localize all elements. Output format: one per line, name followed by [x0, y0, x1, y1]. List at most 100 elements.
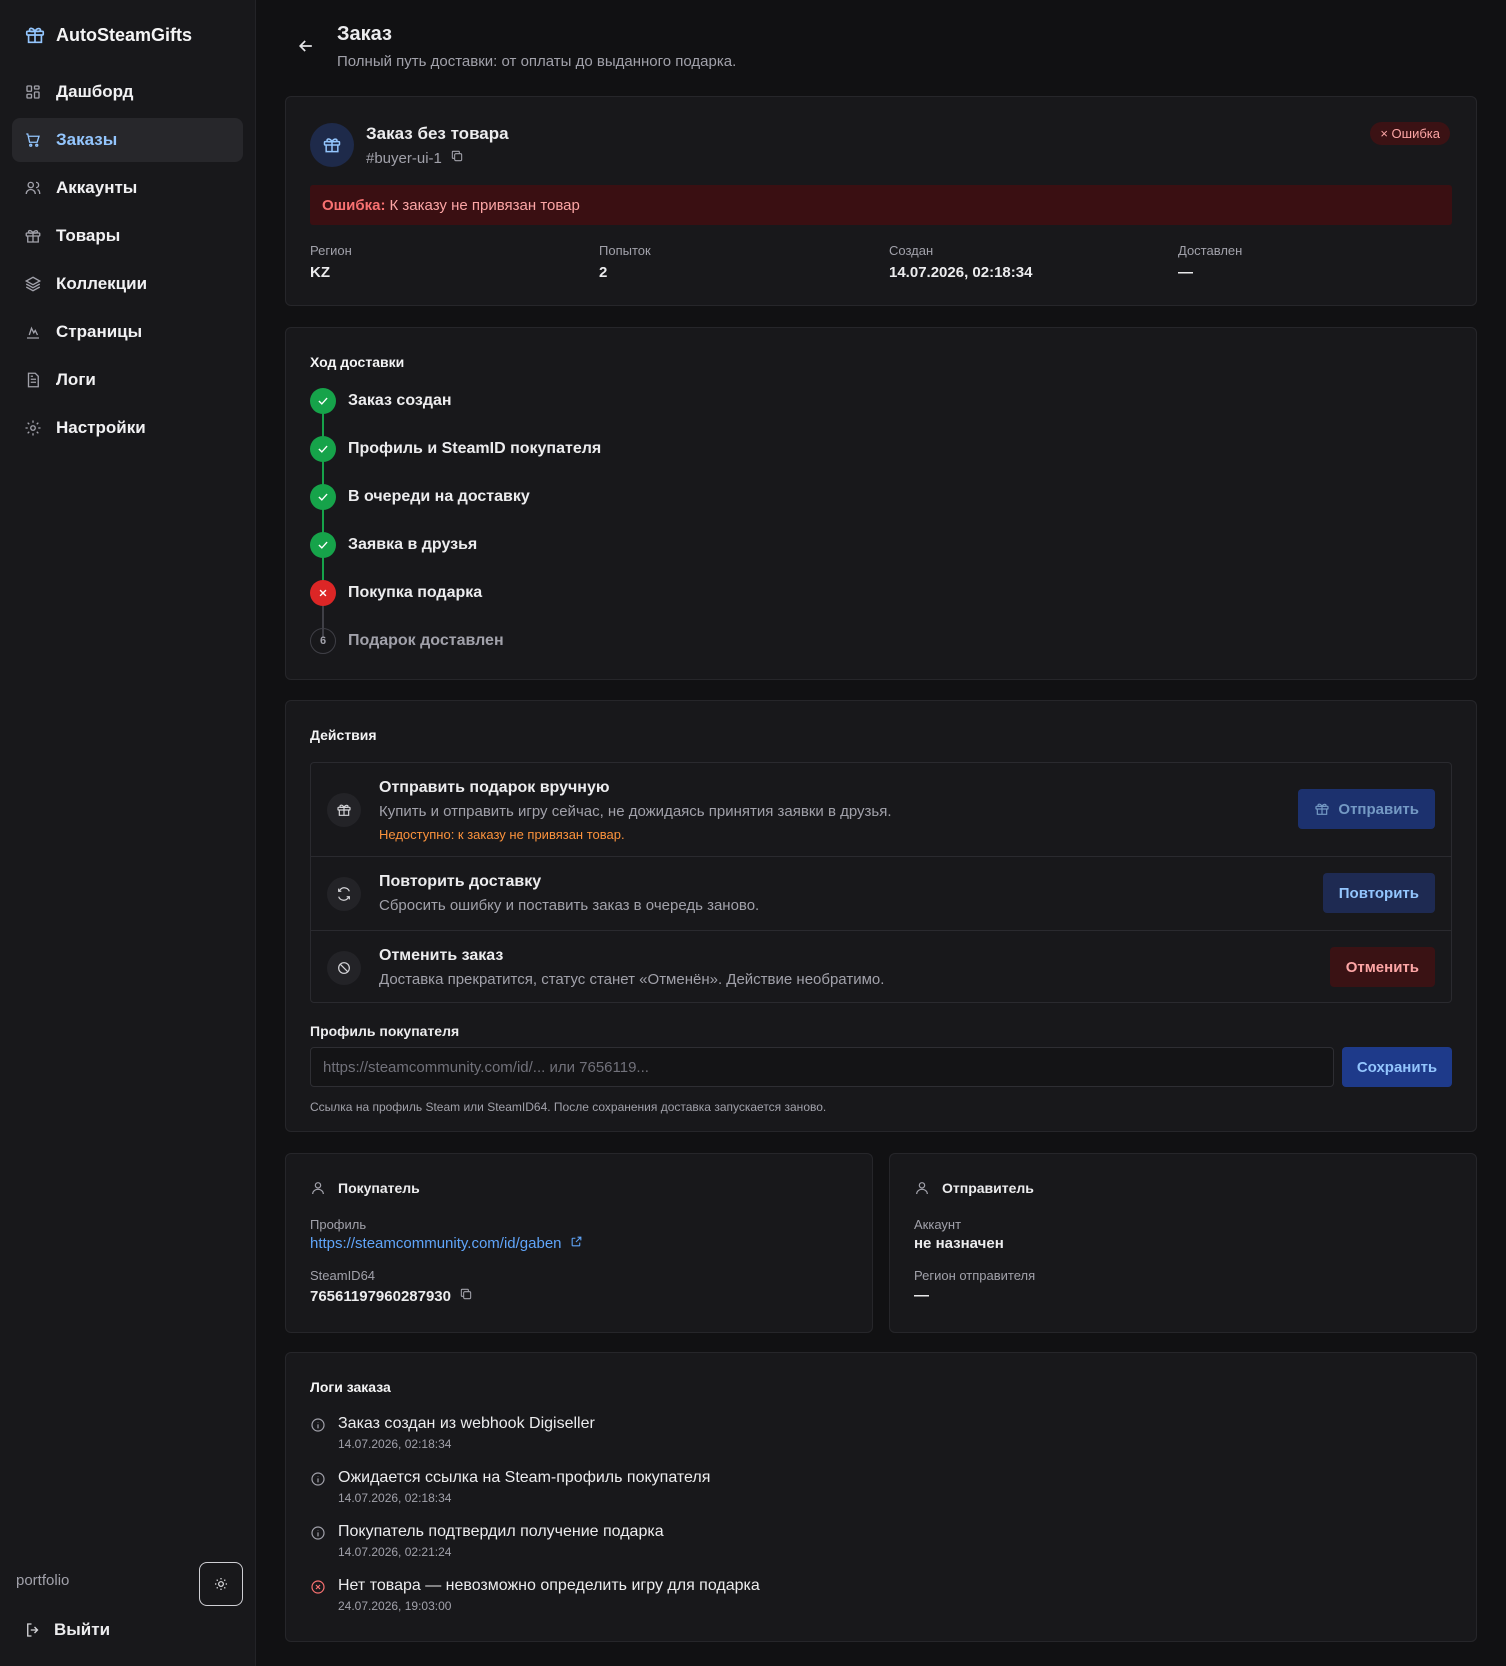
sidebar-item-orders[interactable]: Заказы [12, 118, 243, 162]
log-time: 14.07.2026, 02:21:24 [338, 1545, 452, 1559]
sidebar-item-label: Логи [56, 370, 96, 389]
log-time: 14.07.2026, 02:18:34 [338, 1437, 452, 1451]
step-label: Профиль и SteamID покупателя [348, 440, 602, 457]
buyer-profile-label: Профиль покупателя [310, 1023, 460, 1039]
action-icon [327, 877, 361, 911]
sidebar-item-label: Аккаунты [56, 178, 138, 197]
buyer-card-header: Покупатель [310, 1180, 420, 1196]
cancel-button-label: Отменить [1345, 958, 1419, 976]
sun-icon [215, 1578, 227, 1590]
retry-button[interactable]: Повторить [1322, 873, 1435, 913]
step-gift-purchase: Покупка подарка [310, 580, 482, 606]
logout-label: Выйти [54, 1620, 111, 1639]
theme-toggle-button[interactable] [199, 1562, 243, 1606]
error-label: Ошибка: [322, 196, 386, 214]
user-icon [312, 1182, 324, 1195]
cancel-order-button[interactable]: Отменить [1329, 947, 1435, 987]
brand-name: AutoSteamGifts [56, 24, 193, 45]
users-icon [25, 181, 41, 195]
sidebar-item-collections[interactable]: Коллекции [12, 262, 243, 306]
info-icon [310, 1471, 326, 1487]
action-title: Повторить доставку [379, 873, 542, 890]
error-text: К заказу не привязан товар [389, 196, 580, 214]
meta-label: Попыток [599, 243, 651, 258]
meta-value: 2 [599, 264, 608, 281]
gear-icon [25, 420, 41, 436]
cart-icon [26, 133, 40, 147]
sidebar-item-label: Дашборд [56, 82, 134, 101]
dashboard-icon [26, 85, 40, 99]
progress-title: Ход доставки [310, 354, 405, 370]
step-label: Заказ создан [348, 392, 452, 409]
check-icon [310, 436, 336, 462]
file-icon [27, 372, 39, 388]
check-icon [310, 388, 336, 414]
sender-region-label: Регион отправителя [914, 1268, 1036, 1283]
steamid-value: 76561197960287930 [310, 1287, 451, 1305]
status-badge: × Ошибка [1370, 122, 1450, 145]
logout-icon [27, 1623, 39, 1637]
save-button[interactable]: Сохранить [1342, 1047, 1452, 1087]
order-logs-card: Логи заказа Заказ создан из webhook Digi… [285, 1352, 1477, 1642]
step-label: Заявка в друзья [348, 536, 478, 553]
log-time: 24.07.2026, 19:03:00 [338, 1599, 452, 1613]
step-label: Подарок доставлен [348, 632, 504, 649]
step-order-created: Заказ создан [310, 388, 452, 414]
workspace-name: portfolio [16, 1572, 70, 1589]
action-description: Доставка прекратится, статус станет «Отм… [379, 971, 885, 988]
sidebar-item-label: Коллекции [56, 274, 148, 293]
check-icon [310, 532, 336, 558]
action-send-manually: Отправить подарок вручную Купить и отпра… [311, 763, 1451, 857]
action-warning: Недоступно: к заказу не привязан товар. [379, 827, 625, 842]
user-icon [916, 1182, 928, 1195]
step-label: В очереди на доставку [348, 488, 530, 505]
order-id: #buyer-ui-1 [366, 149, 442, 167]
meta-created: Создан 14.07.2026, 02:18:34 [889, 243, 1032, 281]
sender-account-value: не назначен [914, 1235, 1004, 1252]
buyer-profile-label: Профиль [310, 1217, 367, 1232]
sidebar-item-products[interactable]: Товары [12, 214, 243, 258]
buyer-profile-input[interactable] [310, 1047, 1334, 1087]
meta-region: Регион KZ [310, 243, 352, 281]
buyer-title: Покупатель [338, 1180, 420, 1196]
status-badge-label: Ошибка [1391, 126, 1440, 141]
gift-icon [337, 804, 351, 816]
steamid-label: SteamID64 [310, 1268, 376, 1283]
retry-button-label: Повторить [1338, 884, 1419, 902]
logs-title: Логи заказа [310, 1379, 391, 1395]
action-icon [327, 951, 361, 985]
x-icon [310, 580, 336, 606]
external-link-icon[interactable] [570, 1235, 583, 1252]
action-retry-delivery: Повторить доставку Сбросить ошибку и пос… [311, 857, 1451, 931]
brand[interactable]: AutoSteamGifts [24, 24, 192, 46]
step-number: 6 [310, 628, 336, 654]
sender-card: Отправитель Аккаунт не назначен Регион о… [889, 1153, 1477, 1333]
logout-button[interactable]: Выйти [24, 1620, 110, 1640]
meta-value: KZ [310, 264, 330, 281]
send-button[interactable]: Отправить [1298, 789, 1435, 829]
order-avatar [310, 123, 354, 167]
sidebar-item-pages[interactable]: Страницы [12, 310, 243, 354]
sidebar-item-settings[interactable]: Настройки [12, 406, 243, 450]
copy-icon[interactable] [459, 1287, 473, 1305]
step-label: Покупка подарка [348, 584, 483, 601]
page-title: Заказ [337, 23, 392, 45]
back-button[interactable] [296, 36, 316, 56]
sidebar-item-logs[interactable]: Логи [12, 358, 243, 402]
meta-value: 14.07.2026, 02:18:34 [889, 264, 1033, 281]
meta-value: — [1178, 264, 1193, 281]
refresh-icon [338, 887, 350, 901]
buyer-profile-link[interactable]: https://steamcommunity.com/id/gaben [310, 1235, 583, 1252]
meta-delivered: Доставлен — [1178, 243, 1242, 281]
sidebar-item-accounts[interactable]: Аккаунты [12, 166, 243, 210]
delivery-progress-card: Ход доставки Заказ создан Профиль и Stea… [285, 327, 1477, 680]
buyer-profile-url[interactable]: https://steamcommunity.com/id/gaben [310, 1235, 562, 1252]
error-circle-icon [310, 1579, 326, 1595]
arrow-left-icon [298, 40, 312, 52]
copy-icon[interactable] [450, 149, 464, 167]
gift-icon [1315, 803, 1330, 815]
gift-icon [323, 138, 341, 153]
sidebar-item-dashboard[interactable]: Дашборд [12, 70, 243, 114]
sidebar-item-label: Настройки [56, 418, 146, 437]
sidebar-item-label: Страницы [56, 322, 143, 341]
